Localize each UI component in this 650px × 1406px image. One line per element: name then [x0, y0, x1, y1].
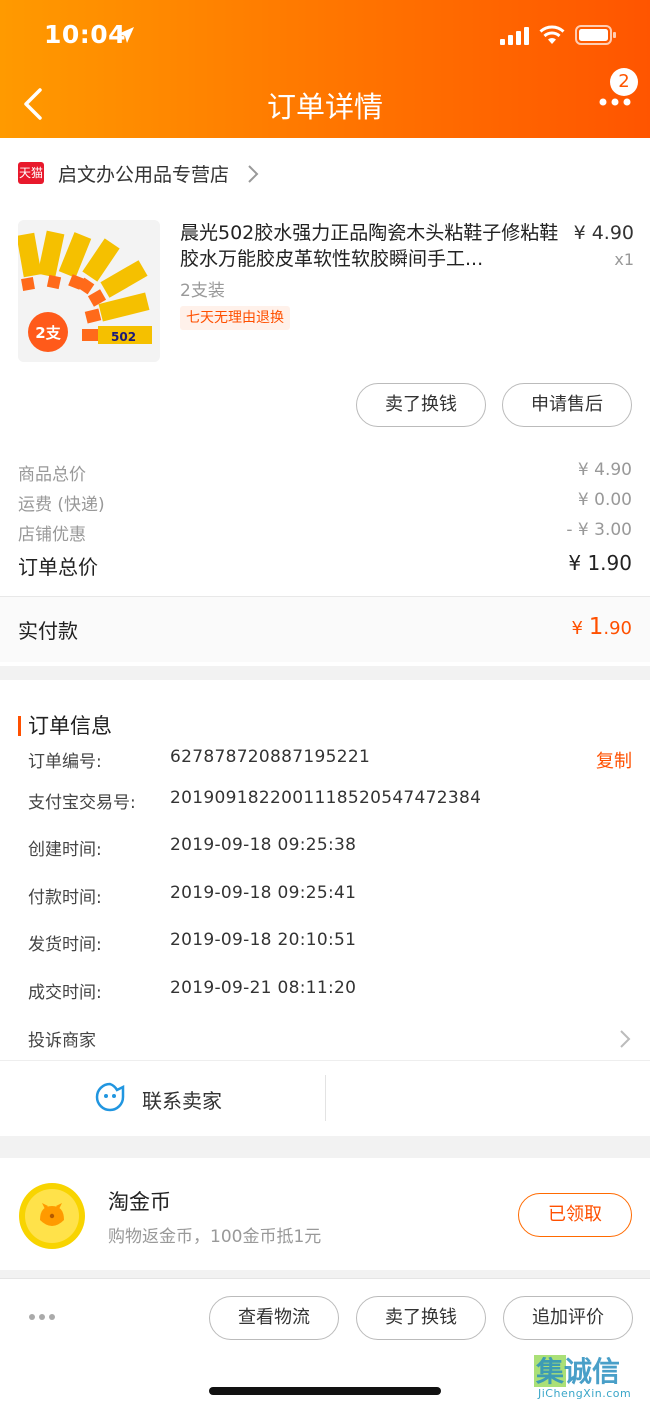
goods-total-label: 商品总价 [18, 465, 86, 485]
status-bar: 10:04 [0, 0, 650, 70]
product-price: ¥ 4.90 [573, 222, 634, 244]
wangwang-chat-icon[interactable] [94, 1081, 126, 1113]
info-row-alipay-no: 支付宝交易号: 2019091822001118520547472384 [28, 788, 632, 816]
view-logistics-button[interactable]: 查看物流 [209, 1296, 339, 1340]
info-row-paid: 付款时间: 2019-09-18 09:25:41 [28, 883, 632, 911]
page-title: 订单详情 [266, 90, 383, 124]
order-total-value: ¥ 1.90 [568, 551, 632, 575]
order-item-card: 天猫 启文办公用品专营店 502 2支 晨光502胶水强力正品陶瓷木头粘鞋子修粘… [0, 138, 650, 666]
shipping-row: 运费 (快递) ¥ 0.00 [18, 490, 632, 516]
paid-amount-row: 实付款 ¥ 1.90 [0, 596, 650, 662]
product-spec: 2支装 [180, 281, 225, 301]
gold-coin-icon [19, 1183, 85, 1249]
paid-currency: ¥ [571, 618, 589, 639]
quantity-badge-text: 2支 [35, 324, 61, 342]
tmall-logo-icon: 天猫 [18, 162, 44, 184]
info-value: 2019091822001118520547472384 [170, 788, 482, 808]
wifi-icon [539, 25, 565, 44]
info-key: 支付宝交易号: [28, 793, 136, 813]
sell-for-cash-bottom-button[interactable]: 卖了换钱 [356, 1296, 486, 1340]
info-row-order-no: 订单编号: 627878720887195221 复制 [28, 747, 632, 775]
claimed-button[interactable]: 已领取 [518, 1193, 632, 1237]
more-dots-icon[interactable] [28, 1313, 56, 1321]
sell-for-cash-button[interactable]: 卖了换钱 [356, 383, 486, 427]
status-time: 10:04 [44, 20, 127, 49]
tao-coins-title: 淘金币 [108, 1190, 171, 1214]
notification-badge: 2 [610, 68, 638, 96]
paid-decimal: .90 [603, 618, 632, 639]
watermark-chars: 集诚信 [535, 1355, 620, 1388]
info-row-created: 创建时间: 2019-09-18 09:25:38 [28, 835, 632, 863]
watermark-domain: JiChengXin.com [538, 1387, 632, 1400]
order-info-title: 订单信息 [28, 714, 112, 738]
store-name[interactable]: 启文办公用品专营店 [58, 160, 229, 187]
tao-coins-card: 淘金币 购物返金币，100金币抵1元 已领取 [0, 1158, 650, 1270]
product-title[interactable]: 晨光502胶水强力正品陶瓷木头粘鞋子修粘鞋胶水万能胶皮革软性软胶瞬间手工... [180, 220, 560, 272]
info-value: 2019-09-18 09:25:38 [170, 835, 357, 855]
app-header: 10:04 订单详情 2 [0, 0, 650, 138]
order-total-row: 订单总价 ¥ 1.90 [18, 551, 632, 579]
info-key: 付款时间: [28, 888, 102, 908]
complain-merchant-label[interactable]: 投诉商家 [28, 1026, 96, 1051]
discount-label: 店铺优惠 [18, 525, 86, 545]
cellular-signal-icon [500, 27, 529, 45]
complain-merchant-row[interactable]: 投诉商家 [28, 1026, 632, 1054]
watermark: 集诚信 JiChengXin.com [532, 1353, 650, 1406]
info-value: 2019-09-21 08:11:20 [170, 978, 357, 998]
info-key: 成交时间: [28, 983, 102, 1003]
info-row-shipped: 发货时间: 2019-09-18 20:10:51 [28, 930, 632, 958]
copy-button[interactable]: 复制 [596, 747, 632, 773]
order-info-card: 订单信息 订单编号: 627878720887195221 复制 支付宝交易号:… [0, 680, 650, 1136]
more-dots-icon[interactable] [598, 96, 632, 108]
chevron-right-icon [248, 165, 259, 183]
paid-label: 实付款 [18, 619, 78, 643]
goods-total-value: ¥ 4.90 [577, 460, 632, 480]
bottom-action-bar: 查看物流 卖了换钱 追加评价 集诚信 JiChengXin.com [0, 1278, 650, 1406]
after-sale-button[interactable]: 申请售后 [502, 383, 632, 427]
discount-value: - ¥ 3.00 [566, 520, 632, 540]
chevron-right-icon [620, 1030, 631, 1048]
divider [325, 1075, 326, 1121]
glue-tubes-image: 502 2支 [18, 220, 160, 362]
paid-integer: 1 [588, 614, 604, 640]
product-image[interactable]: 502 2支 [18, 220, 160, 362]
goods-total-row: 商品总价 ¥ 4.90 [18, 460, 632, 486]
return-policy-tag: 七天无理由退换 [180, 306, 290, 330]
section-accent-bar [18, 716, 21, 736]
order-total-label: 订单总价 [18, 555, 98, 579]
home-indicator [209, 1387, 441, 1395]
info-row-completed: 成交时间: 2019-09-21 08:11:20 [28, 978, 632, 1006]
tao-coins-description: 购物返金币，100金币抵1元 [108, 1227, 322, 1247]
watermark-logo: 集诚信 [534, 1355, 620, 1388]
contact-seller-button[interactable]: 联系卖家 [142, 1085, 222, 1114]
paid-value: ¥ 1.90 [572, 614, 632, 640]
nav-bar: 订单详情 2 [0, 68, 650, 138]
location-arrow-icon [118, 27, 134, 43]
info-key: 创建时间: [28, 840, 102, 860]
add-review-button[interactable]: 追加评价 [503, 1296, 633, 1340]
contact-seller-row: 联系卖家 [0, 1060, 650, 1136]
info-value: 627878720887195221 [170, 747, 371, 767]
info-key: 订单编号: [28, 752, 102, 772]
info-value: 2019-09-18 09:25:41 [170, 883, 357, 903]
tube-label: 502 [111, 330, 136, 344]
info-value: 2019-09-18 20:10:51 [170, 930, 357, 950]
battery-icon [575, 25, 616, 45]
shipping-value: ¥ 0.00 [577, 490, 632, 510]
discount-row: 店铺优惠 - ¥ 3.00 [18, 520, 632, 546]
store-row[interactable]: 天猫 启文办公用品专营店 [0, 138, 650, 208]
shipping-label: 运费 (快递) [18, 495, 105, 515]
info-key: 发货时间: [28, 935, 102, 955]
product-quantity: x1 [614, 250, 634, 269]
